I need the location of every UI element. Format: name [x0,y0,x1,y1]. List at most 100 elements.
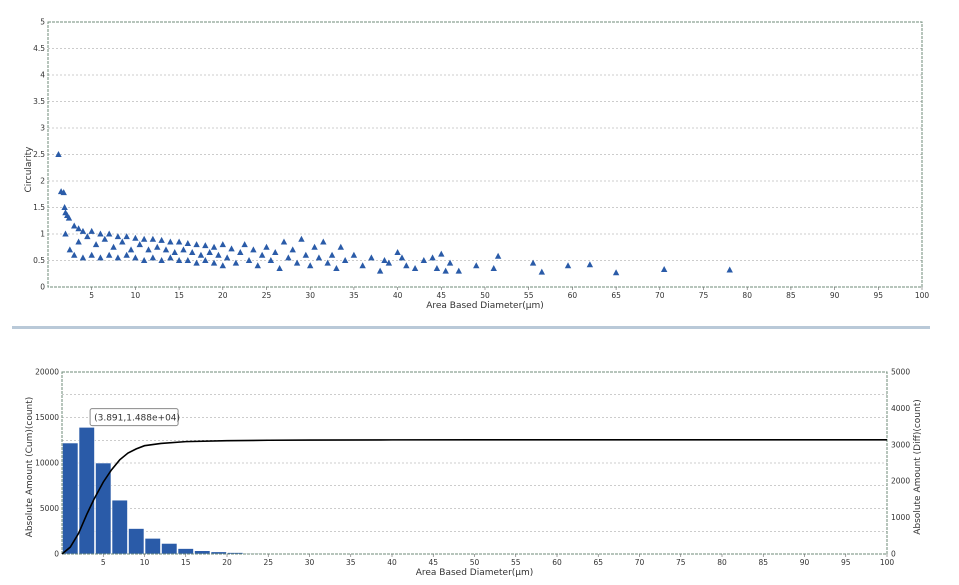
scatter-point [97,230,104,237]
scatter-point [123,251,130,258]
scatter-point [167,238,174,245]
histogram-bar [78,427,95,555]
y-tick-label: 3.5 [33,97,45,106]
scatter-point [55,151,62,157]
y-axis-label: Circularity [24,146,34,193]
y-tick-label: 3 [40,124,45,133]
scatter-point [175,238,183,245]
scatter-point [250,246,257,253]
x-tick-label: 10 [131,291,141,300]
scatter-point [381,257,388,263]
scatter-point [420,257,428,263]
scatter-point [71,222,78,229]
x-tick-label: 75 [699,291,709,300]
x-tick-label: 5 [89,291,94,300]
x-tick-label: 5 [101,558,106,567]
scatter-point [455,267,462,274]
scatter-point [315,254,323,261]
scatter-point [180,246,187,253]
x-tick-label: 45 [437,291,447,300]
scatter-point [726,266,733,273]
scatter-point [158,236,165,243]
y-tick-label: 0.5 [33,256,45,265]
x-tick-label: 15 [174,291,184,300]
scatter-point [337,243,344,250]
x-tick-label: 95 [841,558,851,567]
scatter-point [140,235,148,242]
x-tick-label: 100 [915,291,930,300]
cumulative-curve [61,438,888,555]
y-right-tick-label: 1000 [891,513,910,522]
y-right-tick-label: 5000 [891,368,910,377]
histogram-bar [144,538,161,555]
scatter-point [97,254,104,261]
scatter-point [193,241,200,248]
x-tick-label: 10 [140,558,150,567]
y-tick-label: 4.5 [33,44,45,53]
scatter-point [132,234,139,241]
y-tick-label: 0 [40,283,45,292]
x-axis-label: Area Based Diameter(μm) [426,301,544,311]
scatter-point [307,262,314,269]
scatter-point [136,241,143,248]
scatter-point [145,246,152,253]
scatter-point [411,264,419,271]
scatter-point [280,238,288,245]
x-tick-label: 30 [305,291,315,300]
scatter-point [272,249,279,256]
scatter-point [105,230,113,237]
scatter-point [215,251,222,258]
histogram-bar [111,499,128,555]
scatter-point [193,259,200,266]
scatter-point [158,257,165,263]
scatter-point [394,249,401,256]
scatter-point [175,257,183,263]
scatter-point [258,251,266,258]
scatter-point [223,254,231,261]
scatter-point [350,251,358,258]
y-left-tick-label: 10000 [35,459,59,468]
scatter-point [289,246,296,253]
scatter-point [75,238,82,245]
scatter-point [171,249,178,256]
scatter-point [494,252,502,259]
y-tick-label: 4 [40,71,45,80]
scatter-point [263,243,270,250]
scatter-point [298,235,305,242]
y-left-tick-label: 15000 [35,413,59,422]
x-tick-label: 40 [393,291,403,300]
scatter-point [114,254,122,261]
x-tick-label: 85 [786,291,796,300]
scatter-point [320,238,327,245]
scatter-point [241,241,248,248]
x-tick-label: 35 [346,558,356,567]
y-right-tick-label: 2000 [891,477,910,486]
y-left-axis-label: Absolute Amount (Cum)(count) [25,397,35,538]
scatter-point [293,259,301,266]
panel-divider[interactable] [12,326,930,329]
scatter-point [149,235,157,242]
x-tick-label: 60 [568,291,578,300]
scatter-point [197,251,205,258]
scatter-point [586,261,594,268]
x-axis-label: Area Based Diameter(μm) [416,568,534,578]
x-tick-label: 90 [800,558,810,567]
scatter-point [110,243,117,250]
x-tick-label: 90 [830,291,840,300]
scatter-point [237,249,244,256]
scatter-point [403,262,410,269]
y-right-axis-label: Absolute Amount (Diff)(count) [913,399,923,535]
x-tick-label: 55 [511,558,521,567]
scatter-point [105,251,113,258]
x-tick-label: 65 [611,291,621,300]
x-tick-label: 65 [593,558,603,567]
y-tick-label: 2.5 [33,150,45,159]
scatter-point [311,243,318,250]
scatter-point [184,257,192,263]
x-tick-label: 30 [305,558,315,567]
data-tooltip-label: (3.891,1.488e+04) [94,414,180,424]
x-tick-label: 55 [524,291,534,300]
diameter-histogram-chart: 0500010000150002000001000200030004000500… [25,368,923,579]
histogram-bar [95,462,112,555]
scatter-point [368,254,375,261]
